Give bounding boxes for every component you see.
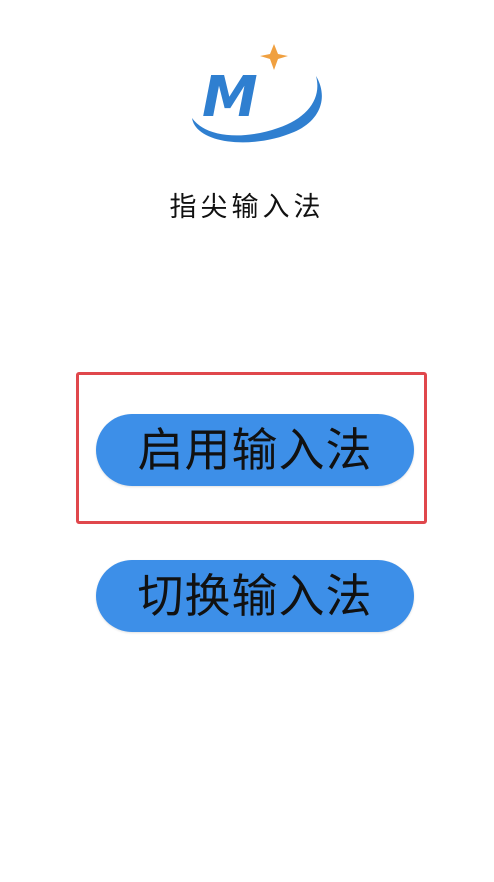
logo-star-icon [260,44,288,70]
app-title: 指尖输入法 [169,192,325,223]
logo-letter: M [202,65,258,130]
app-logo: M [192,44,322,143]
switch-input-method-button[interactable]: 切换输入法 [96,560,414,632]
enable-input-method-button[interactable]: 启用输入法 [96,414,414,486]
